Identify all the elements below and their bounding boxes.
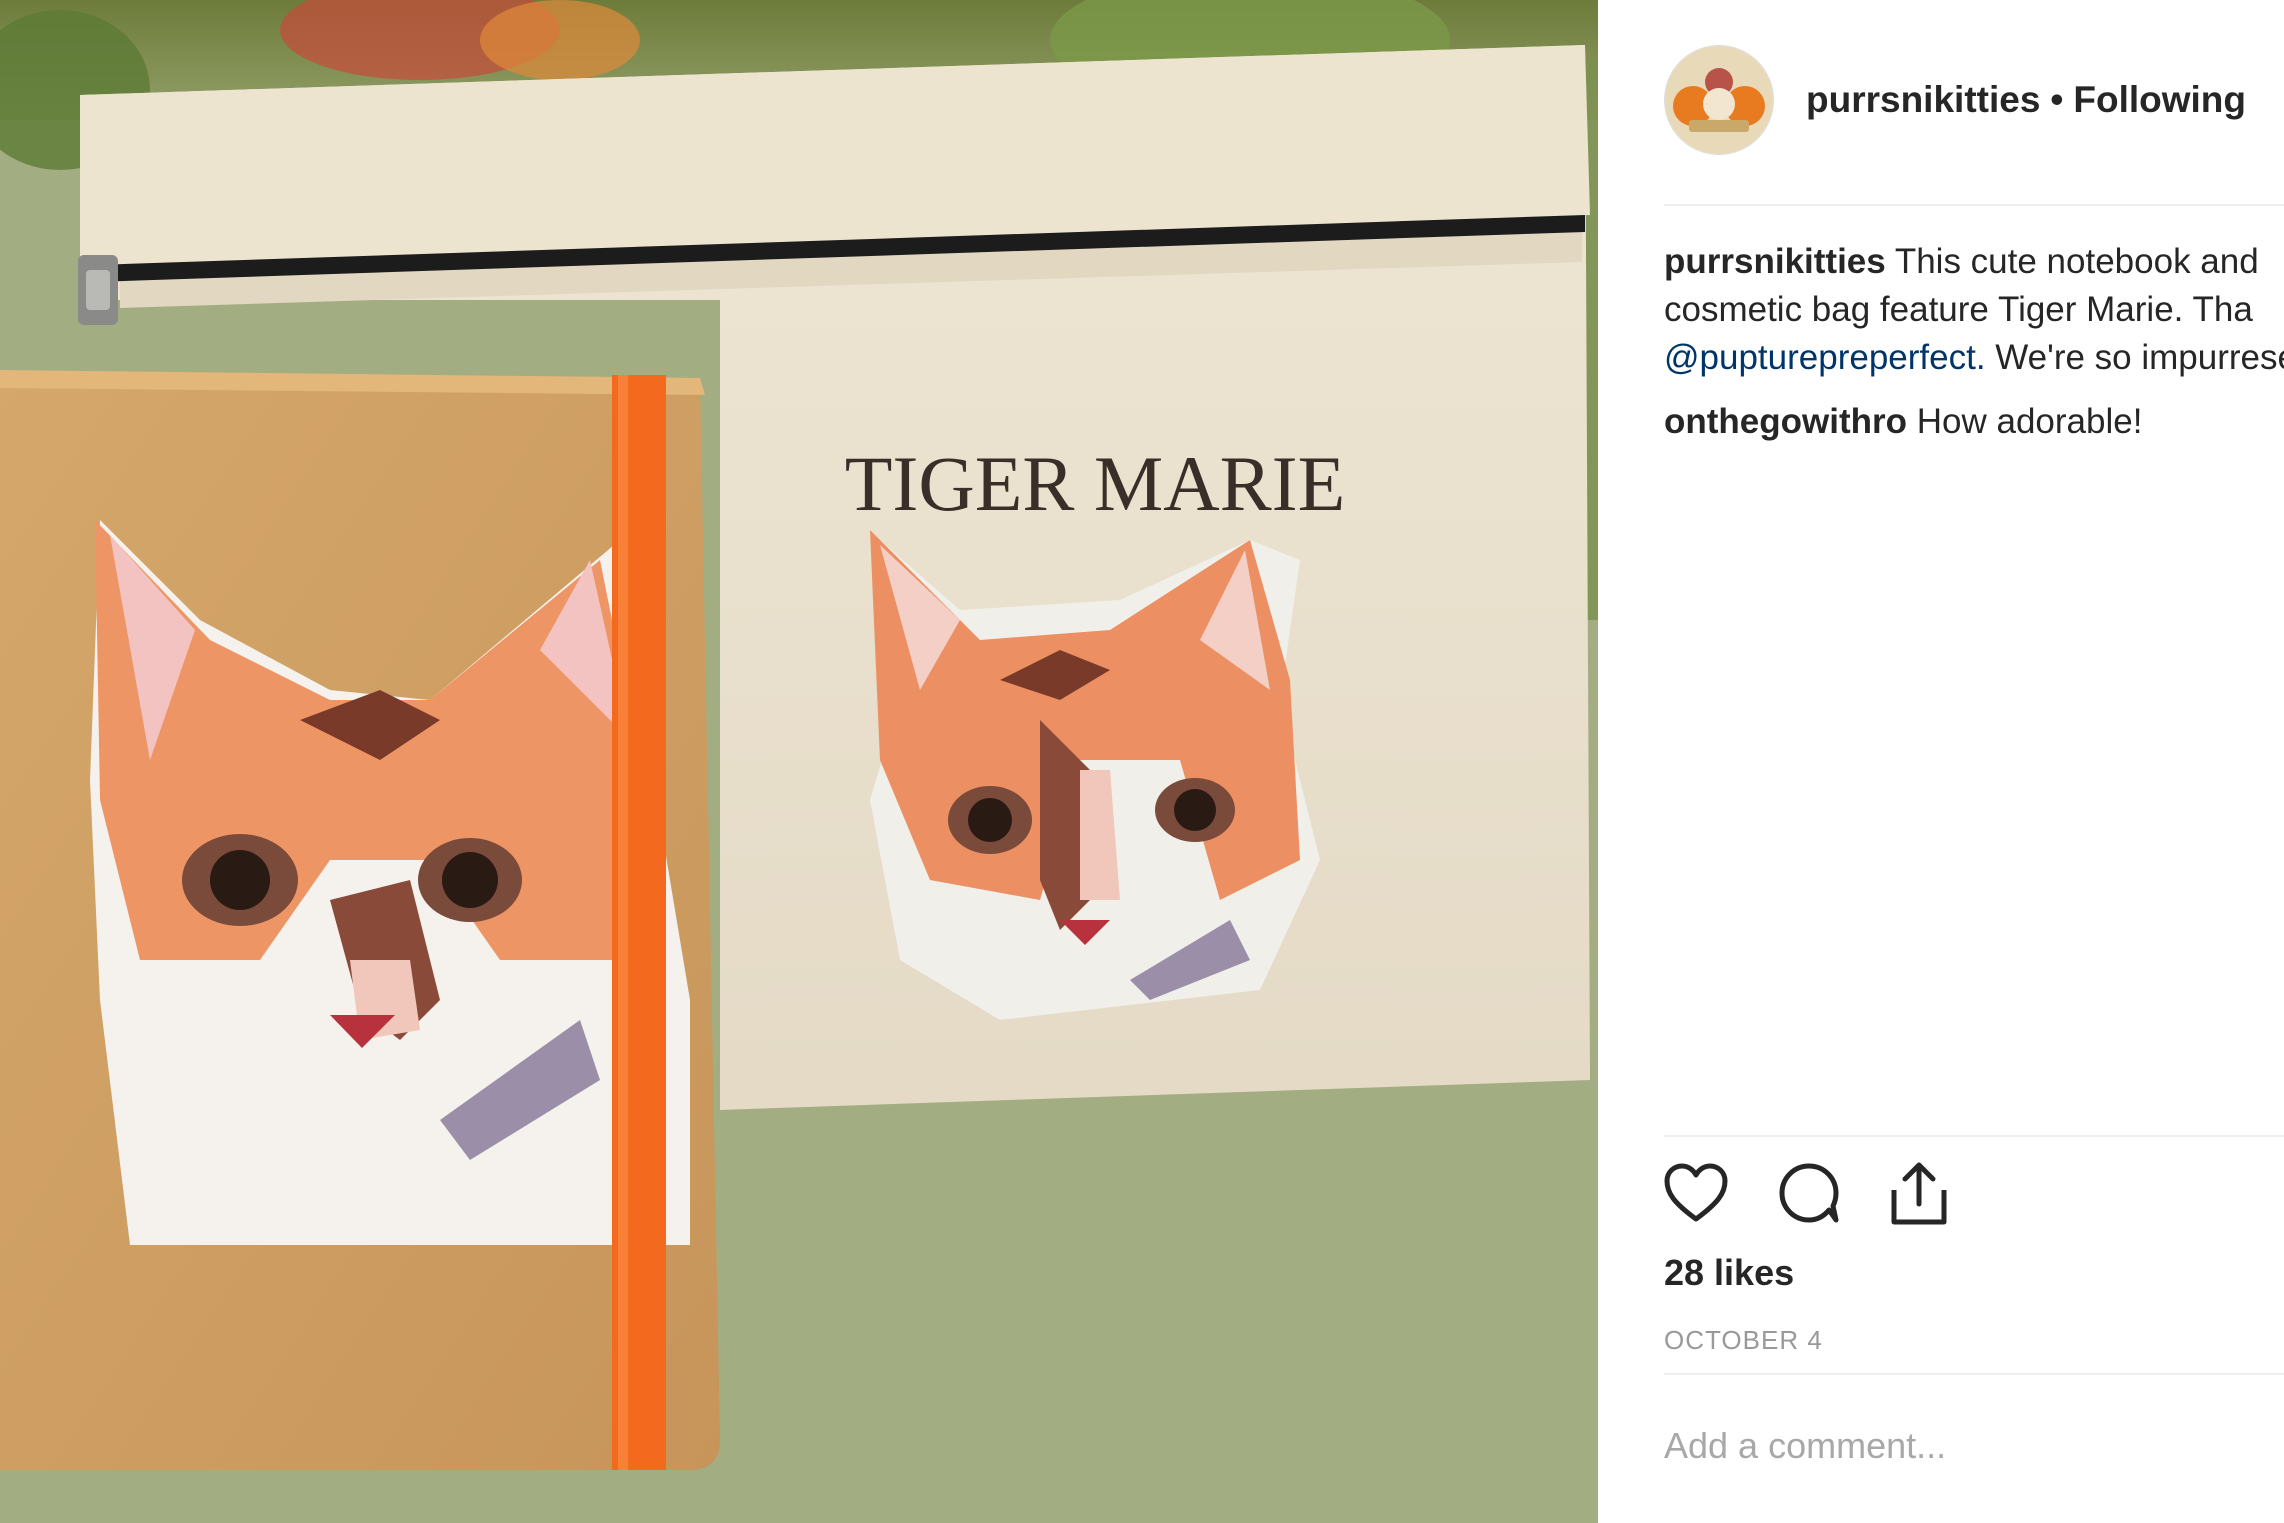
post-header: purrsnikitties • Following <box>1664 44 2284 156</box>
comment-button[interactable] <box>1778 1162 1840 1224</box>
comment-username[interactable]: purrsnikitties <box>1664 242 1886 281</box>
post-sidebar: purrsnikitties • Following purrsnikitties … <box>1598 0 2284 1523</box>
comment-text: We're so impurrese <box>1995 338 2284 377</box>
notebook-illustration <box>0 370 720 1470</box>
actions-divider <box>1664 1135 2284 1137</box>
separator-dot: • <box>2050 79 2064 120</box>
post-author-username[interactable]: purrsnikitties <box>1806 79 2040 120</box>
following-button[interactable]: Following <box>2073 79 2246 120</box>
action-bar <box>1664 1160 1948 1226</box>
likes-count[interactable]: 28 likes <box>1664 1252 1794 1294</box>
post-photo[interactable]: TIGER MARIE <box>0 0 1598 1523</box>
comment: onthegowithro How adorable! <box>1664 398 2284 446</box>
post-date: OCTOBER 4 <box>1664 1325 1823 1355</box>
add-comment-area <box>1664 1425 2264 1467</box>
bag-cat-illustration <box>870 530 1320 1020</box>
header-text: purrsnikitties • Following <box>1806 79 2246 121</box>
comments-list: purrsnikitties This cute notebook and co… <box>1664 238 2284 446</box>
comment-text: How adorable! <box>1916 402 2143 441</box>
comment-divider <box>1664 1373 2284 1375</box>
bag-print-text: TIGER MARIE <box>845 440 1345 527</box>
avatar-image <box>1665 46 1773 154</box>
comment-text: This cute notebook and <box>1894 242 2259 281</box>
avatar[interactable] <box>1664 45 1774 155</box>
like-button[interactable] <box>1664 1163 1728 1223</box>
add-comment-input[interactable] <box>1664 1425 2264 1467</box>
share-icon <box>1891 1162 1947 1225</box>
comment-text: cosmetic bag feature Tiger Marie. Tha <box>1664 290 2253 329</box>
heart-icon <box>1664 1163 1728 1222</box>
caption-comment: purrsnikitties This cute notebook and co… <box>1664 238 2284 382</box>
comment-bubble-icon <box>1779 1163 1839 1223</box>
mention-link[interactable]: @pupturepreperfect. <box>1664 338 1986 377</box>
photo-illustration: TIGER MARIE <box>0 0 1598 1523</box>
comment-username[interactable]: onthegowithro <box>1664 402 1907 441</box>
header-divider <box>1664 204 2284 206</box>
share-button[interactable] <box>1890 1160 1948 1226</box>
